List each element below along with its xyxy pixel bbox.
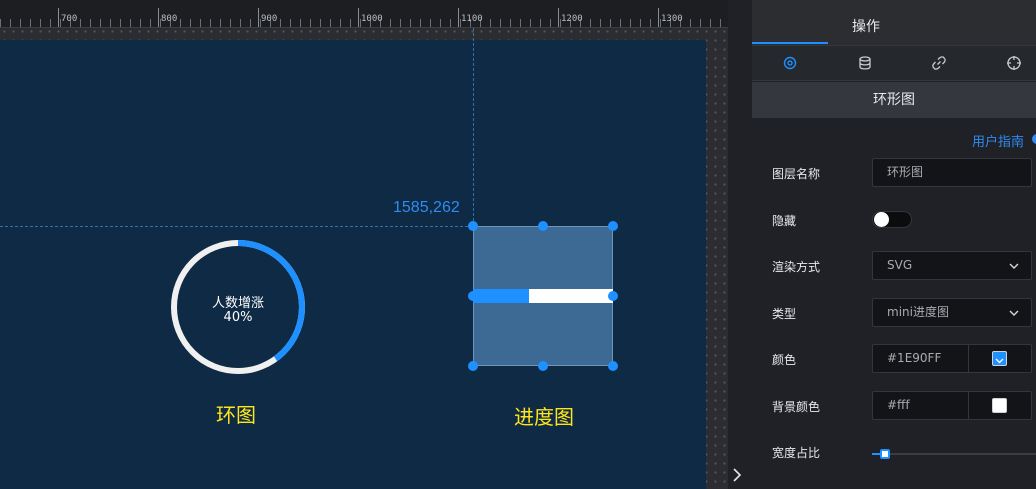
resize-handle-bottom[interactable] [538, 361, 548, 371]
ruler-label: 900 [261, 14, 278, 24]
chevron-right-icon [733, 467, 742, 482]
render-mode-select[interactable]: SVG [872, 251, 1032, 280]
hidden-toggle[interactable] [872, 211, 912, 228]
ring-chart-title: 人数增涨 [211, 296, 264, 311]
progress-bar-fill [473, 289, 529, 303]
ruler-label: 1000 [361, 14, 383, 24]
ruler-major-tick [258, 8, 259, 27]
ruler-label: 1200 [561, 14, 583, 24]
progress-chart-caption: 进度图 [514, 405, 574, 429]
toggle-knob [874, 212, 889, 227]
type-label: 类型 [772, 307, 797, 321]
ruler-major-tick [158, 8, 159, 27]
color-input[interactable]: #1E90FF [872, 344, 1032, 373]
ruler-label: 1300 [661, 14, 683, 24]
ruler-major-tick [658, 8, 659, 27]
color-swatch[interactable] [992, 351, 1007, 366]
type-value: mini进度图 [887, 305, 949, 319]
color-value: #1E90FF [887, 351, 942, 365]
resize-handle-bottom-left[interactable] [468, 361, 478, 371]
resize-handle-right[interactable] [608, 291, 618, 301]
resize-handle-top-right[interactable] [608, 221, 618, 231]
resize-handle-top[interactable] [538, 221, 548, 231]
ring-chart-value: 40% [223, 310, 253, 325]
ruler-major-tick [558, 8, 559, 27]
hidden-label: 隐藏 [772, 214, 797, 228]
background-color-value: #fff [887, 398, 910, 412]
divider [968, 345, 969, 372]
app-window: 700 800 900 1000 1100 1200 1300 1585,262… [0, 0, 1036, 489]
settings-icon[interactable] [782, 55, 798, 71]
ruler-major-tick [58, 8, 59, 27]
ruler-label: 700 [61, 14, 78, 24]
user-guide-link[interactable]: 用户指南 [972, 131, 1024, 150]
crosshair-icon[interactable] [1006, 55, 1022, 71]
position-readout: 1585,262 [393, 199, 460, 216]
collapse-panel-button[interactable] [728, 460, 746, 489]
ring-chart-caption: 环图 [216, 403, 256, 427]
resize-handle-left[interactable] [468, 291, 478, 301]
background-color-input[interactable]: #fff [872, 391, 1032, 420]
ruler-major-tick [458, 8, 459, 27]
resize-handle-top-left[interactable] [468, 221, 478, 231]
panel-tab-bar: 操作 [752, 0, 1036, 45]
render-mode-value: SVG [887, 258, 913, 272]
canvas-workspace[interactable]: 700 800 900 1000 1100 1200 1300 1585,262… [0, 0, 728, 489]
horizontal-ruler[interactable]: 700 800 900 1000 1100 1200 1300 [0, 0, 728, 28]
help-icon[interactable] [1032, 134, 1036, 144]
ruler-label: 800 [161, 14, 178, 24]
guide-line-vertical [473, 28, 474, 226]
color-label: 颜色 [772, 353, 797, 367]
background-color-label: 背景颜色 [772, 400, 821, 414]
width-ratio-slider-track[interactable] [872, 453, 1036, 455]
layer-name-label: 图层名称 [772, 167, 821, 181]
chevron-down-icon [1009, 310, 1019, 316]
tab-operations[interactable]: 操作 [852, 16, 880, 36]
database-icon[interactable] [857, 55, 873, 71]
width-ratio-slider-thumb[interactable] [880, 449, 891, 459]
guide-line-horizontal [0, 226, 473, 227]
properties-panel: 操作 环形图 用户指南 图层名称 环形图 隐藏 渲染方式 SVG 类型 mini… [752, 0, 1036, 489]
render-mode-label: 渲染方式 [772, 260, 821, 274]
chevron-down-icon [1009, 263, 1019, 269]
ruler-label: 1100 [461, 14, 483, 24]
section-title: 环形图 [752, 82, 1036, 118]
divider [968, 392, 969, 419]
chevron-down-icon [995, 358, 1004, 364]
panel-icon-tabs [752, 45, 1036, 81]
active-tab-indicator [752, 42, 828, 44]
link-icon[interactable] [931, 55, 947, 71]
layer-name-input[interactable]: 环形图 [872, 158, 1032, 187]
ruler-major-tick [358, 8, 359, 27]
background-color-swatch[interactable] [992, 398, 1007, 413]
type-select[interactable]: mini进度图 [872, 298, 1032, 327]
width-ratio-label: 宽度占比 [772, 446, 821, 460]
resize-handle-bottom-right[interactable] [608, 361, 618, 371]
